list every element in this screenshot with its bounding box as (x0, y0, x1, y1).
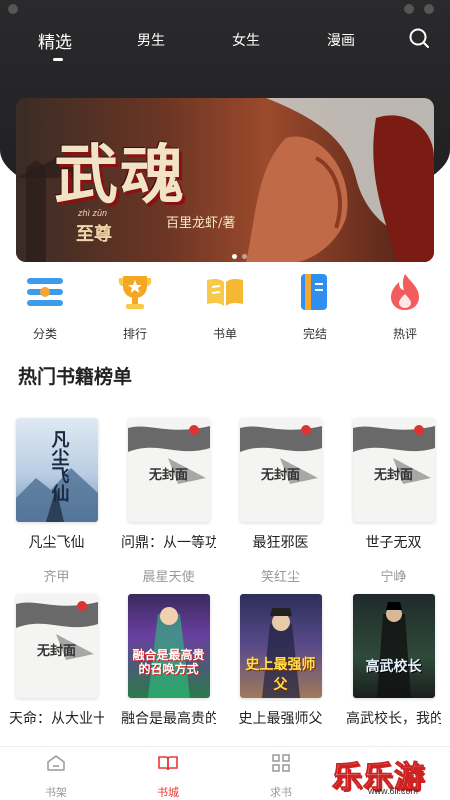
book-cover: 无封面 (127, 418, 210, 522)
book-cover: 史上最强师父 (239, 594, 322, 698)
category-label: 完结 (302, 327, 327, 341)
book-title: 融合是最高贵的... (121, 710, 216, 726)
cover-title: 无封面 (148, 468, 188, 483)
book-card[interactable]: 史上最强师父 史上最强师父 炒方便面 (233, 594, 328, 761)
book-cover: 凡尘飞仙 (15, 418, 98, 522)
book-card[interactable]: 高武校长 高武校长，我的... 邯郸财阀 (346, 594, 441, 761)
category-label: 热评 (392, 327, 417, 341)
pagination-dot (232, 254, 237, 259)
tab-indicator (53, 58, 63, 61)
nav-label: 书城 (157, 787, 179, 799)
status-icon (424, 4, 434, 14)
nav-label: 书架 (45, 787, 67, 799)
search-icon[interactable] (408, 27, 430, 49)
book-cover: 无封面 (15, 594, 98, 698)
watermark-url: www.6ll.com (368, 786, 419, 796)
grid-icon (272, 754, 290, 772)
category-label: 分类 (32, 327, 57, 341)
open-book-icon (207, 278, 243, 306)
cover-title: 无封面 (36, 644, 76, 659)
banner-subtitle: 至尊 (76, 224, 112, 245)
tab-featured[interactable]: 精选 (38, 28, 72, 53)
banner-carousel[interactable]: 武魂 zhì zūn 至尊 百里龙虾/著 (16, 98, 434, 262)
book-card[interactable]: 无封面 世子无双 宁峥 (346, 418, 441, 585)
category-label: 书单 (212, 327, 237, 341)
watermark-logo: 乐乐游戏 www.6ll.com (332, 752, 444, 798)
banner-author: 百里龙虾/著 (166, 216, 236, 231)
cover-title: 无封面 (260, 468, 300, 483)
book-title: 天命：从大业十... (9, 710, 104, 726)
book-cover: 高武校长 (352, 594, 435, 698)
top-tabs: 精选 男生 女生 漫画 (0, 26, 450, 66)
book-title: 凡尘飞仙 (28, 534, 85, 550)
book-card[interactable]: 无封面 天命：从大业十... 赵子曰 (9, 594, 104, 761)
book-card[interactable]: 融合是最高贵的召唤方式 融合是最高贵的... 杯面21 (121, 594, 216, 761)
banner-title: 武魂 (54, 138, 186, 213)
home-shelf-icon (47, 755, 65, 771)
banner-pagination (232, 246, 252, 262)
category-classify[interactable]: 分类 (15, 272, 75, 342)
tab-male[interactable]: 男生 (137, 30, 165, 50)
book-card[interactable]: 凡尘飞仙 凡尘飞仙 齐甲 (9, 418, 104, 585)
book-cover: 融合是最高贵的召唤方式 (127, 594, 210, 698)
nav-label: 求书 (270, 787, 292, 799)
banner-pinyin: zhì zūn (78, 208, 108, 218)
cover-title: 凡尘飞仙 (48, 430, 70, 502)
flame-icon (391, 274, 419, 310)
book-author: 宁峥 (380, 569, 407, 584)
open-book-icon (158, 756, 178, 771)
book-author: 晨星天使 (142, 569, 195, 584)
category-label: 排行 (122, 327, 147, 341)
book-cover: 无封面 (239, 418, 322, 522)
category-completed[interactable]: 完结 (285, 272, 345, 342)
book-title: 世子无双 (365, 534, 422, 550)
book-card[interactable]: 无封面 最狂邪医 笑红尘 (233, 418, 328, 585)
cover-title: 史上最强师父 (245, 657, 316, 693)
nav-request-book[interactable]: 求书 (251, 753, 311, 800)
tab-comics[interactable]: 漫画 (327, 30, 355, 50)
nav-bookshelf[interactable]: 书架 (26, 753, 86, 800)
status-bar (0, 0, 450, 18)
category-hot-reviews[interactable]: 热评 (375, 272, 435, 342)
section-title: 热门书籍榜单 (18, 367, 133, 388)
book-title: 问鼎：从一等功... (121, 534, 216, 550)
tab-female[interactable]: 女生 (232, 30, 260, 50)
book-author: 齐甲 (43, 569, 70, 584)
cover-title: 高武校长 (365, 659, 422, 675)
category-booklist[interactable]: 书单 (195, 272, 255, 342)
book-title: 史上最强师父 (238, 710, 323, 726)
bookmark-book-icon (301, 274, 327, 310)
book-title: 最狂邪医 (252, 534, 309, 550)
book-title: 高武校长，我的... (346, 710, 441, 726)
category-row: 分类 排行 书单 完结 热评 (0, 272, 450, 342)
book-cover: 无封面 (352, 418, 435, 522)
category-ranking[interactable]: 排行 (105, 272, 165, 342)
trophy-icon (118, 276, 152, 309)
nav-bookstore[interactable]: 书城 (138, 753, 198, 800)
status-icon (404, 4, 414, 14)
cover-title: 无封面 (373, 468, 413, 483)
status-icon (8, 4, 18, 14)
pagination-dot (242, 254, 247, 259)
cover-title: 融合是最高贵的召唤方式 (132, 648, 205, 676)
book-card[interactable]: 无封面 问鼎：从一等功... 晨星天使 (121, 418, 216, 585)
book-author: 笑红尘 (260, 569, 300, 584)
category-list-icon (27, 278, 63, 306)
